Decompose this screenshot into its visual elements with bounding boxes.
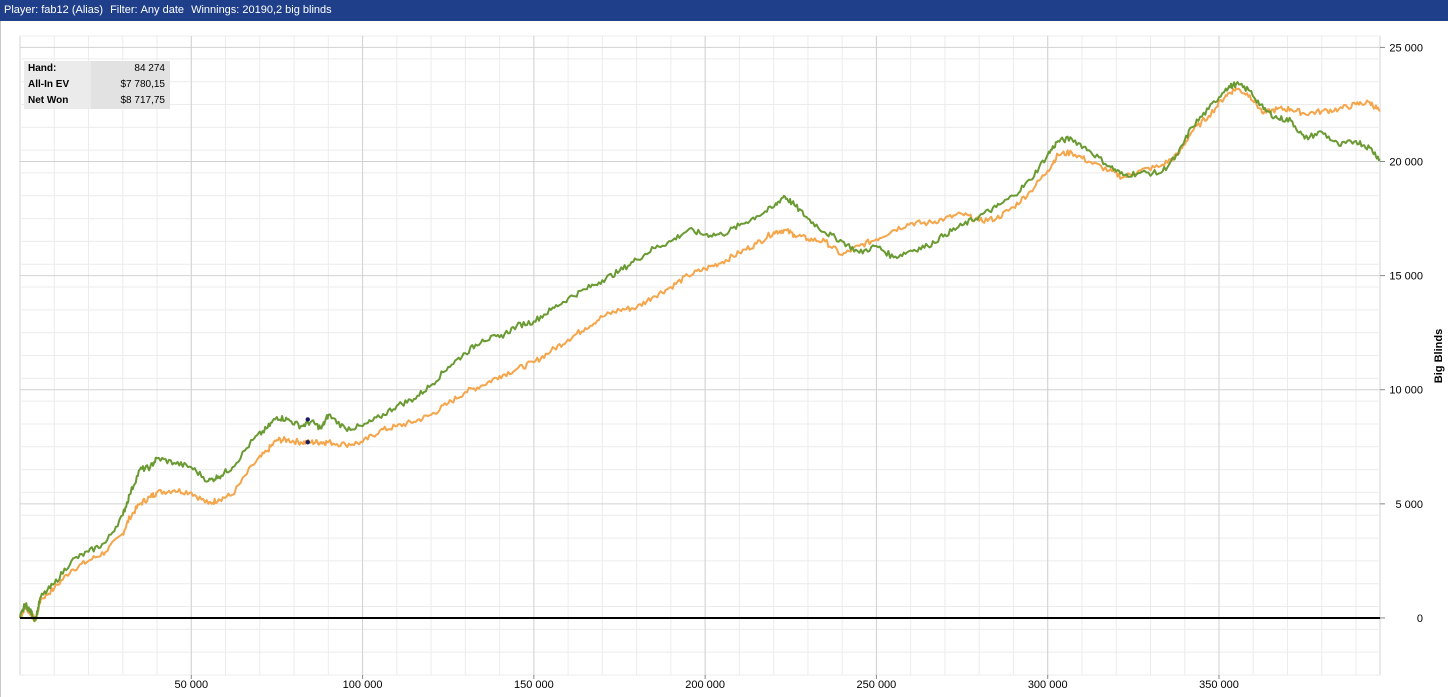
filter-value: Any date [140, 4, 184, 16]
y-tick-label: 20 000 [1389, 157, 1423, 169]
graph-window: Player: fab12 (Alias) Filter: Any date Win… [0, 0, 1448, 697]
data-marker [305, 417, 310, 422]
stats-label: Hand: [24, 61, 91, 77]
x-tick-label: 300 000 [1028, 679, 1068, 691]
y-axis-label: Big Blinds [1433, 329, 1445, 383]
x-tick-label: 50 000 [174, 679, 208, 691]
y-tick-label: 10 000 [1389, 385, 1423, 397]
stats-value: 84 274 [91, 61, 170, 77]
stats-value: $7 780,15 [91, 77, 170, 93]
filter-label: Filter: [110, 4, 138, 16]
filter-header: Player: fab12 (Alias) Filter: Any date Win… [0, 0, 1448, 21]
y-tick-label: 15 000 [1389, 271, 1423, 283]
player-value: fab12 (Alias) [41, 4, 104, 16]
grid [19, 35, 1381, 676]
y-tick-label: 25 000 [1389, 42, 1423, 54]
y-tick-label: 5 000 [1395, 499, 1423, 511]
stats-value: $8 717,75 [91, 93, 170, 109]
x-tick-label: 250 000 [857, 679, 897, 691]
stats-label: Net Won [24, 93, 91, 109]
y-tick-label: 0 [1417, 613, 1423, 625]
winnings-chart[interactable]: 0 5 000 10 000 15 000 20 000 25 000 50 000 100… [1, 21, 1448, 697]
player-label: Player: [4, 4, 39, 16]
x-tick-label: 200 000 [685, 679, 725, 691]
stats-box: Hand: 84 274 All-In EV $7 780,15 Net Won… [24, 61, 170, 109]
stats-row-hand: Hand: 84 274 [24, 61, 170, 77]
stats-row-allin-ev: All-In EV $7 780,15 [24, 77, 170, 93]
winnings-value: 20190,2 big blinds [242, 4, 332, 16]
winnings-label: Winnings: [191, 4, 240, 16]
x-tick-label: 150 000 [514, 679, 554, 691]
x-axis-ticks: 50 000 100 000 150 000 200 000 250 000 300 00… [174, 675, 1239, 691]
y-axis-ticks: 0 5 000 10 000 15 000 20 000 25 000 [1380, 42, 1423, 625]
x-tick-label: 350 000 [1199, 679, 1239, 691]
data-marker [305, 440, 310, 445]
chart-frame: 0 5 000 10 000 15 000 20 000 25 000 50 000 100… [0, 21, 1448, 697]
x-tick-label: 100 000 [343, 679, 383, 691]
stats-row-net-won: Net Won $8 717,75 [24, 93, 170, 109]
stats-label: All-In EV [24, 77, 91, 93]
